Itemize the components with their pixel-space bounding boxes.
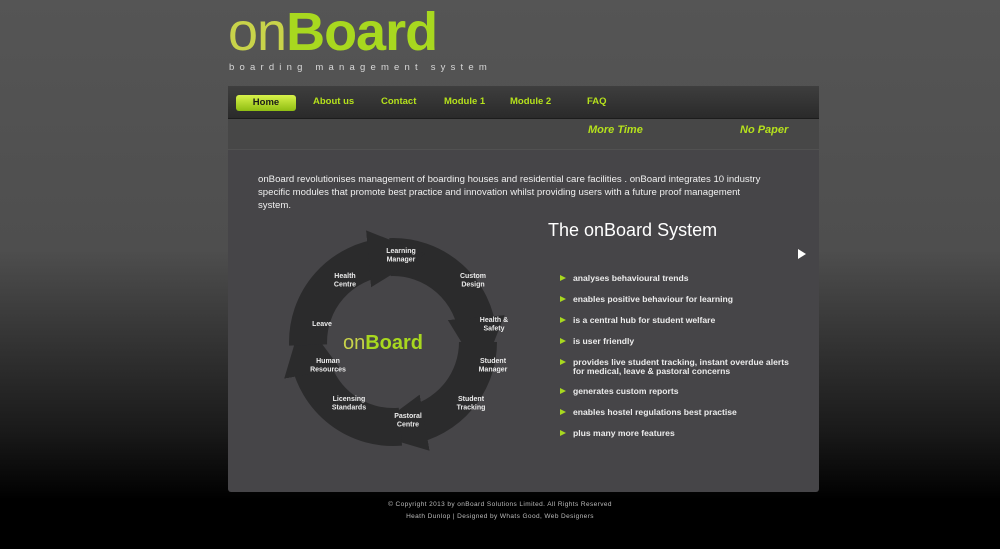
feature-item: enables positive behaviour for learning (560, 295, 790, 304)
feature-item: is a central hub for student welfare (560, 316, 790, 325)
nav-module-2[interactable]: Module 2 (510, 96, 551, 107)
cycle-arrow (389, 238, 505, 375)
feature-item: is user friendly (560, 337, 790, 346)
nav-faq[interactable]: FAQ (587, 96, 607, 107)
nav-module-1[interactable]: Module 1 (444, 96, 485, 107)
cycle-module-label: Student Manager (479, 358, 508, 374)
feature-text: enables hostel regulations best practise (573, 407, 737, 417)
logo-tagline: boarding management system (229, 62, 492, 73)
next-slide-arrow-icon[interactable] (798, 249, 806, 259)
module-cycle-diagram: onBoard Learning Manager Custom Design Healt… (284, 230, 508, 451)
feature-text: enables positive behaviour for learning (573, 294, 733, 304)
feature-text: analyses behavioural trends (573, 273, 689, 283)
feature-text: plus many more features (573, 428, 675, 438)
cycle-center-logo: onBoard (343, 332, 423, 354)
footer-credits: Heath Dunlop | Designed by Whats Good, W… (406, 513, 594, 520)
nav-about-us[interactable]: About us (313, 96, 354, 107)
system-title: The onBoard System (548, 220, 718, 240)
feature-item: generates custom reports (560, 387, 790, 396)
cycle-module-label: Leave (312, 321, 332, 328)
logo[interactable]: onBoard boarding management system (228, 4, 488, 76)
feature-text: generates custom reports (573, 386, 679, 396)
cycle-module-label: Pastoral Centre (394, 413, 422, 429)
cycle-module-label: Health & Safety (480, 317, 508, 333)
feature-item: provides live student tracking, instant … (560, 358, 790, 376)
cycle-module-label: Student Tracking (457, 396, 486, 412)
feature-item: plus many more features (560, 429, 790, 438)
cycle-module-label: Learning Manager (386, 248, 416, 264)
footer-copyright: © Copyright 2013 by onBoard Solutions Li… (388, 501, 612, 508)
cycle-module-label: Human Resources (310, 358, 346, 374)
feature-item: analyses behavioural trends (560, 274, 790, 283)
intro-text: onBoard revolutionises management of boa… (258, 174, 761, 211)
nav-home[interactable]: Home (236, 95, 296, 111)
bullet-arrow-icon (560, 275, 566, 281)
cycle-module-label: Health Centre (334, 273, 356, 289)
main-nav: Home About us Contact Module 1 Module 2 … (228, 86, 819, 119)
bullet-arrow-icon (560, 409, 566, 415)
bullet-arrow-icon (560, 430, 566, 436)
tagline-no-paper: No Paper (740, 124, 789, 136)
bullet-arrow-icon (560, 359, 566, 365)
bullet-arrow-icon (560, 338, 566, 344)
tagline-more-time: More Time (588, 124, 643, 136)
feature-text: provides live student tracking, instant … (573, 357, 789, 376)
feature-text: is user friendly (573, 336, 635, 346)
logo-wordmark: onBoard (228, 2, 438, 62)
cycle-module-label: Custom Design (460, 273, 486, 289)
bullet-arrow-icon (560, 388, 566, 394)
nav-contact[interactable]: Contact (381, 96, 416, 107)
feature-text: is a central hub for student welfare (573, 315, 716, 325)
bullet-arrow-icon (560, 296, 566, 302)
bullet-arrow-icon (560, 317, 566, 323)
feature-item: enables hostel regulations best practise (560, 408, 790, 417)
tagline-bar: More Time No Paper (228, 119, 819, 149)
cycle-module-label: Licensing Standards (332, 396, 366, 412)
content-panel: onBoard revolutionises management of boa… (228, 150, 819, 492)
